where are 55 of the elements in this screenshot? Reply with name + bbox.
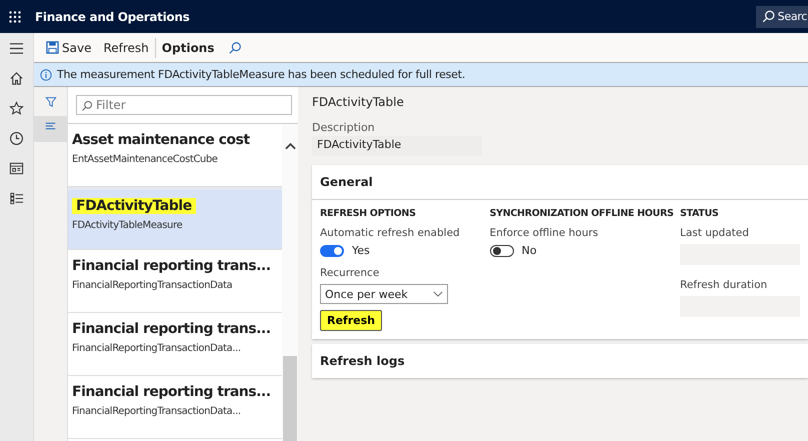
star-icon[interactable]: [9, 101, 24, 116]
refresh-button[interactable]: Refresh: [320, 310, 382, 331]
group-heading: STATUS: [680, 208, 718, 219]
message-text: The measurement FDActivityTableMeasure has been scheduled for full reset.: [57, 68, 466, 81]
field-label: Refresh duration: [680, 279, 768, 291]
search-icon: [81, 100, 93, 112]
save-icon: [46, 41, 59, 54]
save-button[interactable]: Save: [40, 38, 98, 58]
field-label: Recurrence: [320, 267, 380, 279]
refresh-button[interactable]: Refresh: [97, 38, 156, 58]
search-icon: [762, 10, 775, 23]
group-heading: SYNCHRONIZATION OFFLINE HOURS: [490, 208, 674, 219]
item-subtitle: EntAssetMaintenanceCostCube: [72, 154, 219, 165]
toggle-switch[interactable]: [490, 244, 514, 256]
item-title: Financial reporting trans...: [72, 384, 271, 400]
app-launcher-icon[interactable]: [9, 10, 21, 22]
toggle-text: Yes: [352, 244, 370, 257]
chevron-up-icon[interactable]: [284, 142, 296, 150]
recurrence-dropdown[interactable]: Once per week: [320, 284, 448, 304]
field-label: Last updated: [680, 227, 749, 239]
filter-icon[interactable]: [44, 96, 56, 108]
item-title: Financial reporting trans...: [72, 321, 271, 337]
chevron-down-icon: [433, 291, 443, 297]
search-icon[interactable]: [228, 40, 242, 54]
toggle-switch[interactable]: [320, 244, 344, 256]
refresh-logs-card[interactable]: Refresh logs: [312, 344, 808, 378]
scrollbar[interactable]: [282, 124, 298, 441]
field-label: Enforce offline hours: [490, 227, 598, 239]
options-button[interactable]: Options: [156, 38, 220, 58]
clock-icon[interactable]: [9, 131, 24, 146]
item-title: Asset maintenance cost: [72, 132, 250, 148]
item-subtitle: FDActivityTableMeasure: [72, 220, 184, 231]
item-title: FDActivityTable: [72, 198, 196, 214]
search-button[interactable]: Searc: [756, 6, 808, 28]
workspace-icon[interactable]: [9, 161, 24, 176]
item-subtitle: FinancialReportingTransactionData...: [72, 343, 242, 354]
field-label: Description: [312, 121, 376, 134]
list-item[interactable]: FDActivityTable FDActivityTableMeasure: [68, 187, 282, 250]
field-label: Automatic refresh enabled: [320, 227, 460, 239]
menu-icon[interactable]: [9, 41, 24, 56]
toggle-text: No: [522, 244, 537, 257]
info-icon: [40, 68, 52, 80]
list-icon[interactable]: [9, 191, 24, 206]
description-field[interactable]: FDActivityTable: [312, 136, 482, 156]
filter-field[interactable]: Filter: [76, 95, 292, 115]
scrollbar-thumb[interactable]: [283, 356, 297, 441]
group-heading: REFRESH OPTIONS: [320, 208, 416, 219]
item-subtitle: FinancialReportingTransactionData...: [72, 406, 242, 417]
home-icon[interactable]: [9, 71, 24, 86]
item-title: Financial reporting trans...: [72, 258, 271, 274]
record-title: FDActivityTable: [312, 95, 405, 109]
section-header[interactable]: General: [312, 165, 808, 200]
lines-icon: [45, 122, 56, 130]
app-title: Finance and Operations: [35, 10, 190, 24]
item-subtitle: FinancialReportingTransactionData: [72, 280, 234, 291]
